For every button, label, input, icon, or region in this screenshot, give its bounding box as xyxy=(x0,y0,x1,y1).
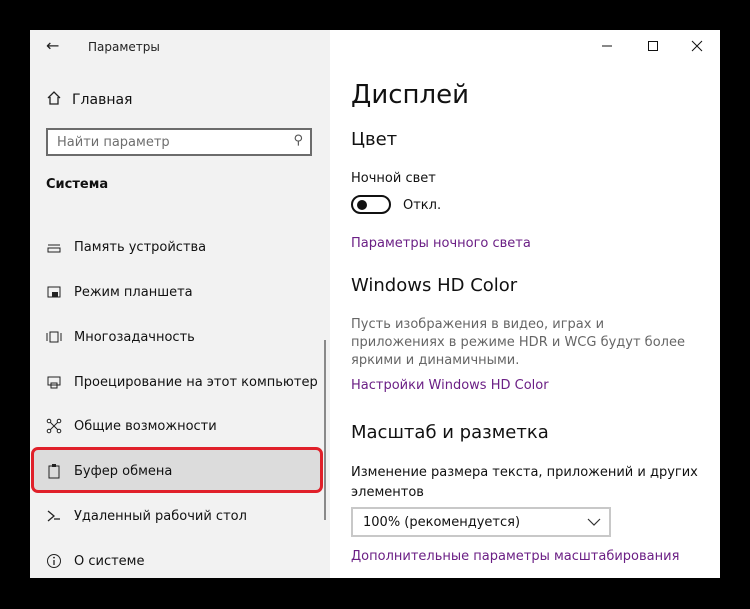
scale-label: Изменение размера текста, приложений и д… xyxy=(351,465,698,500)
back-arrow-icon[interactable]: ← xyxy=(46,36,59,55)
info-icon xyxy=(46,553,62,569)
section-title-color: Цвет xyxy=(351,129,398,150)
night-light-state: Откл. xyxy=(403,198,442,213)
home-label: Главная xyxy=(72,92,133,108)
sidebar-item-label: Удаленный рабочий стол xyxy=(74,508,247,524)
sidebar-item-tablet-mode[interactable]: Режим планшета xyxy=(46,280,326,304)
advanced-scaling-link[interactable]: Дополнительные параметры масштабирования xyxy=(351,549,679,564)
section-title-system: Система xyxy=(46,177,109,192)
sidebar-item-label: Проецирование на этот компьютер xyxy=(74,374,318,390)
home-nav-item[interactable]: Главная xyxy=(46,90,132,110)
window-title: Параметры xyxy=(88,40,160,54)
sidebar: ← Параметры Главная ⚲ Система Память уст… xyxy=(30,30,330,578)
sidebar-scrollbar[interactable] xyxy=(324,340,326,520)
project-icon xyxy=(46,374,62,390)
sidebar-item-label: Многозадачность xyxy=(74,329,195,345)
tablet-icon xyxy=(46,284,62,300)
sidebar-item-label: О системе xyxy=(74,553,145,569)
chevron-down-icon xyxy=(587,518,601,526)
maximize-icon xyxy=(648,41,658,51)
page-title: Дисплей xyxy=(351,80,470,110)
clipboard-icon xyxy=(46,463,62,479)
hd-description: Пусть изображения в видео, играх и прило… xyxy=(351,317,685,368)
storage-icon xyxy=(46,239,62,255)
section-title-scale: Масштаб и разметка xyxy=(351,422,549,443)
sidebar-item-storage[interactable]: Память устройства xyxy=(46,235,326,259)
minimize-button[interactable] xyxy=(584,30,630,62)
remote-desktop-icon xyxy=(46,508,62,524)
section-title-hd-color: Windows HD Color xyxy=(351,275,518,296)
search-input[interactable] xyxy=(48,130,287,154)
night-light-label: Ночной свет xyxy=(351,171,436,186)
search-box[interactable]: ⚲ xyxy=(46,128,312,156)
maximize-button[interactable] xyxy=(630,30,676,62)
night-light-settings-link[interactable]: Параметры ночного света xyxy=(351,236,531,251)
sidebar-item-multitasking[interactable]: Многозадачность xyxy=(46,325,326,349)
sidebar-item-label: Режим планшета xyxy=(74,284,193,300)
sidebar-item-label: Общие возможности xyxy=(74,418,217,434)
sidebar-item-remote-desktop[interactable]: Удаленный рабочий стол xyxy=(46,504,326,528)
minimize-icon xyxy=(602,45,612,47)
sidebar-item-clipboard[interactable]: Буфер обмена xyxy=(46,459,326,483)
sidebar-item-shared-experiences[interactable]: Общие возможности xyxy=(46,414,326,438)
close-icon xyxy=(691,40,703,52)
close-button[interactable] xyxy=(674,30,720,62)
night-light-toggle[interactable] xyxy=(351,195,391,214)
scale-value: 100% (рекомендуется) xyxy=(363,514,521,530)
home-icon xyxy=(46,90,62,110)
sidebar-item-label: Буфер обмена xyxy=(74,463,173,479)
search-icon[interactable]: ⚲ xyxy=(293,133,303,148)
toggle-knob xyxy=(357,200,367,210)
sidebar-item-label: Память устройства xyxy=(74,239,207,255)
sidebar-item-projecting[interactable]: Проецирование на этот компьютер xyxy=(46,370,326,394)
shared-experiences-icon xyxy=(46,418,62,434)
multitasking-icon xyxy=(46,329,62,345)
scale-dropdown[interactable]: 100% (рекомендуется) xyxy=(351,507,611,537)
main-content: Дисплей Цвет Ночной свет Откл. Параметры… xyxy=(330,30,720,578)
settings-window: ← Параметры Главная ⚲ Система Память уст… xyxy=(30,30,720,578)
sidebar-item-about[interactable]: О системе xyxy=(46,549,326,573)
hd-color-settings-link[interactable]: Настройки Windows HD Color xyxy=(351,378,549,393)
